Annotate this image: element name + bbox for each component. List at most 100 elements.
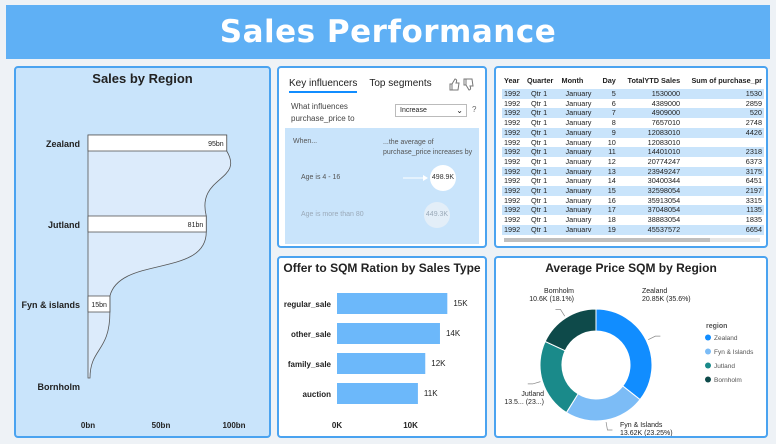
influencer-value: 449.3K: [425, 211, 449, 218]
table-cell: 19: [607, 224, 616, 234]
offer-category-label: other_sale: [291, 330, 332, 339]
table-cell: Qtr 1: [530, 166, 548, 176]
table-cell: January: [565, 108, 592, 118]
table-cell: 1992: [504, 215, 521, 225]
help-icon[interactable]: ?: [472, 105, 476, 114]
donut-legend-item[interactable]: Zealand: [714, 335, 738, 342]
table-row[interactable]: 1992 Qtr 1 January 6 4389000 2859: [502, 98, 764, 109]
increase-dropdown[interactable]: Increase ⌄: [395, 104, 467, 117]
increase-dropdown-value: Increase: [400, 107, 427, 114]
table-cell: January: [565, 127, 592, 137]
table-cell: 20774247: [647, 156, 681, 166]
influence-question-line2: purchase_price to: [291, 114, 355, 123]
offer-bar[interactable]: [337, 353, 426, 374]
thumbs-down-icon[interactable]: [463, 78, 474, 91]
table-cell: Qtr 1: [530, 224, 548, 234]
donut-legend-item[interactable]: Jutland: [714, 363, 735, 370]
offer-sqm-chart[interactable]: regular_sale 15K other_sale 14K family_sale 1…: [279, 278, 485, 436]
table-cell: 1992: [504, 224, 521, 234]
table-row[interactable]: 1992 Qtr 1 January 17 37048054 1135: [502, 205, 764, 216]
region-x-tick-label: 0bn: [81, 421, 95, 430]
table-cell: 1992: [504, 137, 521, 147]
table-row[interactable]: 1992 Qtr 1 January 14 30400344 6451: [502, 176, 764, 187]
donut-label-name: Fyn & Islands: [620, 422, 663, 429]
donut-legend-item[interactable]: Fyn & Islands: [714, 349, 754, 356]
table-cell: 4389000: [651, 98, 681, 108]
table-row[interactable]: 1992 Qtr 1 January 7 4909000 520: [502, 108, 764, 119]
table-row[interactable]: 1992 Qtr 1 January 15 32598054 2197: [502, 186, 764, 196]
donut-slice[interactable]: [539, 340, 579, 414]
table-row[interactable]: 1992 Qtr 1 January 11 14401010 2318: [502, 147, 764, 157]
table-row[interactable]: 1992 Qtr 1 January 10 12083010: [502, 137, 764, 148]
table-cell: 17: [607, 205, 616, 215]
table-cell: 6451: [745, 176, 762, 186]
key-influencers-panel[interactable]: Key influencers Top segments What influe…: [277, 66, 487, 248]
table-row[interactable]: 1992 Qtr 1 January 12 20774247 6373: [502, 156, 764, 167]
table-cell: 6373: [745, 156, 762, 166]
table-cell: 14: [607, 176, 616, 186]
avg-price-panel[interactable]: Average Price SQM by Region Zealand 20.85…: [494, 256, 768, 438]
scrollbar-thumb[interactable]: [504, 238, 710, 242]
table-header-cell[interactable]: Sum of purchase_pr: [682, 74, 764, 89]
influencer-value: 498.9K: [431, 174, 455, 181]
table-cell: 6654: [745, 224, 762, 234]
table-header-cell[interactable]: Year: [502, 74, 525, 89]
offer-category-label: regular_sale: [284, 300, 332, 309]
page-title: Sales Performance: [219, 14, 557, 50]
table-cell: 12083010: [647, 137, 681, 147]
horizontal-scrollbar[interactable]: [504, 238, 760, 242]
table-cell: 9: [611, 127, 616, 137]
region-x-tick-label: 50bn: [152, 421, 171, 430]
offer-category-label: family_sale: [288, 360, 332, 369]
thumbs-up-icon[interactable]: [449, 78, 460, 91]
table-cell: 16: [607, 195, 616, 205]
table-cell: 8: [611, 118, 616, 128]
donut-legend-item[interactable]: Bornholm: [714, 377, 742, 384]
offer-bar[interactable]: [337, 383, 418, 404]
table-cell: 1992: [504, 98, 521, 108]
region-bar[interactable]: [87, 134, 228, 152]
donut-legend-swatch: [705, 334, 711, 341]
table-header-cell[interactable]: TotalYTD Sales: [618, 74, 682, 89]
donut-leader-line: [555, 309, 566, 317]
offer-bar[interactable]: [337, 323, 440, 344]
table-header-cell[interactable]: Day: [598, 74, 618, 89]
donut-legend-swatch: [705, 348, 711, 355]
table-header-cell[interactable]: Quarter: [525, 74, 560, 89]
donut-slice[interactable]: [544, 308, 597, 352]
table-cell: 7: [611, 108, 616, 118]
table-row[interactable]: 1992 Qtr 1 January 5 1530000 1530: [502, 89, 764, 99]
region-category-label: Fyn & islands: [21, 300, 80, 310]
table-cell: [682, 138, 764, 148]
donut-slice[interactable]: [565, 385, 641, 422]
sales-by-region-chart[interactable]: 95bn Zealand 81bn Jutland 15bn Fyn & islands B…: [16, 90, 269, 436]
tab-top-segments[interactable]: Top segments: [369, 78, 431, 93]
table-cell: 2748: [745, 118, 762, 128]
table-row[interactable]: 1992 Qtr 1 January 18 38883054 1835: [502, 215, 764, 225]
table-cell: 23949247: [647, 166, 681, 176]
sales-table[interactable]: Year Quarter Month Day TotalYTD Sales Sum of …: [502, 74, 764, 235]
influencer-label[interactable]: Age is more than 80: [301, 211, 364, 218]
table-row[interactable]: 1992 Qtr 1 Januarv 19 45537572 6654: [502, 224, 764, 235]
influencer-label[interactable]: Age is 4 - 16: [301, 174, 340, 181]
sales-table-panel[interactable]: Year Quarter Month Day TotalYTD Sales Sum of …: [494, 66, 768, 248]
tab-key-influencers[interactable]: Key influencers: [289, 78, 358, 93]
donut-slice[interactable]: [595, 308, 653, 401]
table-row[interactable]: 1992 Qtr 1 January 9 12083010 4426: [502, 127, 764, 138]
table-row[interactable]: 1992 Qtr 1 January 16 35913054 3315: [502, 195, 764, 206]
sales-by-region-panel[interactable]: Sales by Region 95bn Zealand 81bn Jutland 15…: [14, 66, 271, 438]
table-cell: 1530000: [651, 89, 681, 98]
table-header-cell[interactable]: Month: [559, 74, 598, 89]
region-category-label: Jutland: [48, 220, 80, 230]
donut-label-value: 10.6K (18.1%): [529, 296, 574, 303]
table-row[interactable]: 1992 Qtr 1 January 8 7657010 2748: [502, 118, 764, 128]
table-cell: January: [565, 147, 592, 157]
offer-bar[interactable]: [337, 293, 448, 314]
table-cell: Qtr 1: [530, 118, 548, 128]
avg-price-donut-chart[interactable]: Zealand20.85K (35.6%)Fyn & Islands13.62K…: [496, 278, 766, 436]
table-cell: Qtr 1: [530, 215, 548, 225]
offer-sqm-panel[interactable]: Offer to SQM Ration by Sales Type regula…: [277, 256, 487, 438]
table-cell: 2197: [745, 186, 762, 196]
table-cell: 1992: [504, 186, 521, 196]
table-row[interactable]: 1992 Qtr 1 January 13 23949247 3175: [502, 166, 764, 177]
